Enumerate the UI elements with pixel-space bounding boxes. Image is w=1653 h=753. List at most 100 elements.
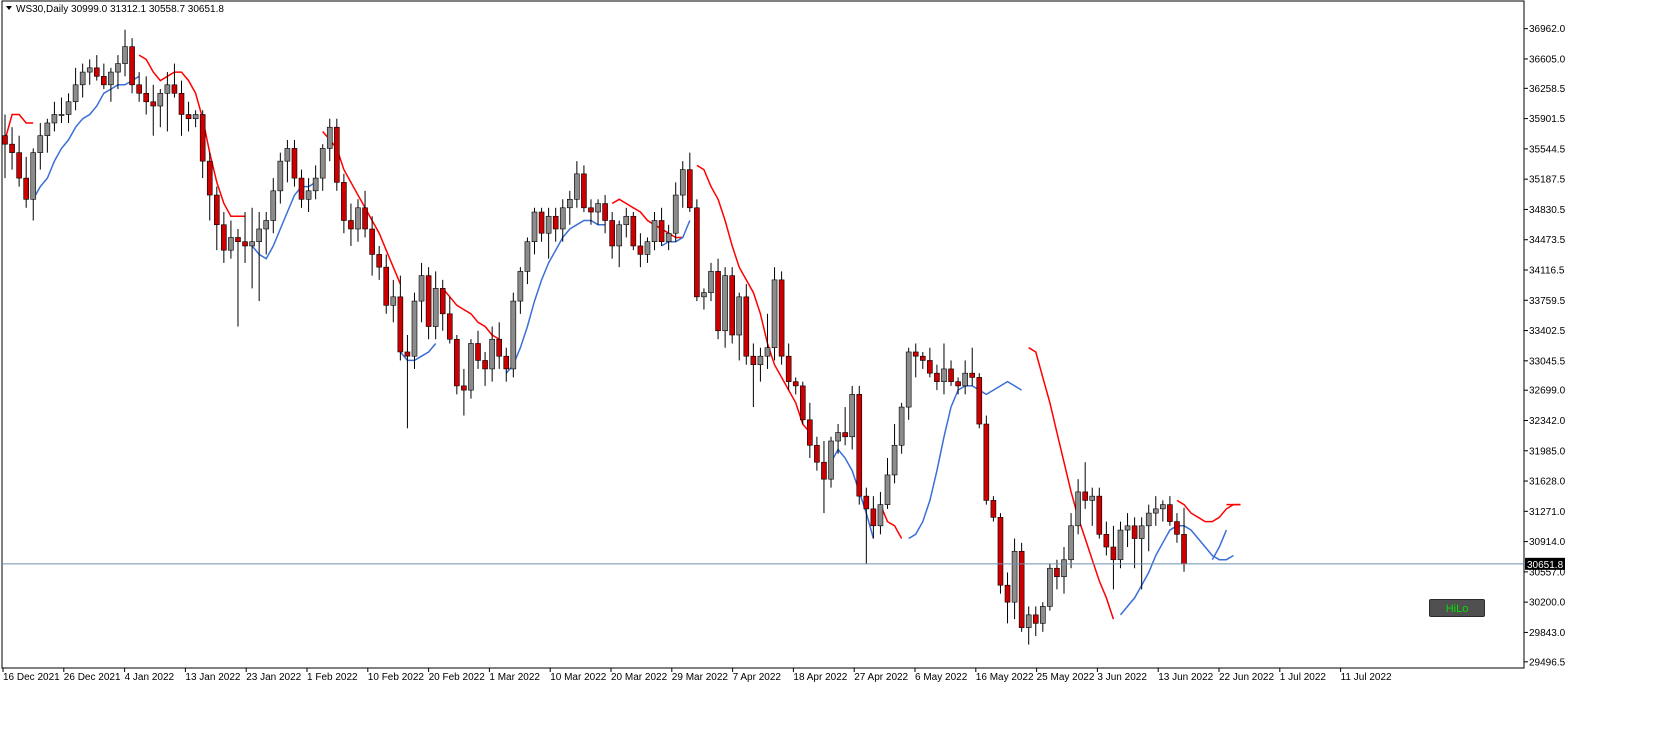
candle-body [1075, 491, 1081, 527]
y-tick-label: 34116.5 [1529, 265, 1565, 276]
candle-body [143, 92, 149, 103]
candle-body [129, 46, 135, 86]
chart-window: 36962.0 36605.0 36258.5 35901.5 35544.5 35187… [0, 0, 1653, 753]
candle-body [785, 355, 792, 382]
candle-body [708, 271, 714, 293]
candle-body [164, 84, 171, 94]
candle-body [192, 114, 199, 120]
candle-body [326, 126, 333, 149]
candle [694, 199, 700, 302]
candle [983, 415, 990, 505]
candle-body [764, 347, 771, 357]
candle-body [284, 148, 291, 162]
candle-body [425, 275, 432, 327]
candle-body [404, 351, 411, 357]
candle-body [1082, 491, 1088, 501]
x-tick-label: 16 May 2022 [976, 672, 1034, 683]
candle-body [72, 84, 79, 103]
candle [1018, 542, 1025, 632]
x-tick-label: 1 Jul 2022 [1280, 672, 1327, 683]
x-tick-label: 1 Feb 2022 [307, 672, 358, 683]
candle-body [1068, 525, 1074, 561]
candle-body [672, 194, 679, 234]
y-tick-label: 34830.5 [1529, 205, 1566, 216]
candle-body [157, 92, 164, 107]
candle-body [927, 360, 933, 374]
candle-body [206, 160, 213, 196]
candle-body [439, 288, 446, 315]
candle-body [411, 300, 418, 357]
candle-body [1181, 534, 1187, 565]
candle-body [1096, 495, 1103, 535]
candle-body [609, 220, 615, 247]
candle-body [101, 76, 107, 86]
candle-body [990, 500, 997, 518]
candle-body [9, 143, 15, 153]
x-tick-label: 10 Feb 2022 [368, 672, 425, 683]
candle-body [432, 288, 439, 327]
candle-body [1018, 550, 1025, 628]
candle-body [510, 300, 517, 370]
candle [129, 38, 135, 94]
candle-body [969, 372, 976, 378]
candle-body [1160, 504, 1166, 510]
candle-body [574, 173, 580, 200]
candle-body [644, 241, 651, 255]
candle-body [150, 101, 157, 107]
candle [856, 385, 863, 505]
candle-body [249, 241, 255, 247]
candle-body [729, 275, 735, 336]
candle-body [221, 224, 227, 251]
x-tick-label: 26 Dec 2021 [64, 672, 121, 683]
y-tick-label: 31271.0 [1529, 507, 1566, 518]
candle-body [446, 313, 453, 340]
candle-body [757, 355, 764, 365]
candle-body [912, 351, 919, 357]
candle-body [277, 160, 284, 192]
candle-body [122, 46, 128, 64]
candle-body [750, 355, 757, 365]
candle [799, 381, 806, 425]
candle-body [228, 237, 234, 251]
candle-body [1110, 546, 1117, 561]
y-tick-label: 31985.0 [1529, 446, 1566, 457]
candle-body [383, 266, 390, 306]
candle-body [235, 237, 241, 243]
candle-body [79, 71, 86, 86]
candle-body [319, 148, 326, 179]
candle-body [877, 504, 884, 527]
y-tick-label: 33402.5 [1529, 326, 1566, 337]
candle-body [348, 220, 354, 230]
y-tick-label: 30200.0 [1529, 598, 1566, 609]
candle-body [1061, 559, 1067, 578]
candle-body [545, 215, 552, 234]
candle-body [884, 474, 891, 505]
candle-body [475, 343, 481, 361]
candle-body [1054, 567, 1060, 578]
y-tick-label: 36258.5 [1529, 84, 1566, 95]
y-tick-label: 35901.5 [1529, 114, 1566, 125]
candle-body [51, 114, 58, 124]
candle-body [1040, 606, 1046, 624]
candle-body [814, 444, 820, 463]
candle-body [701, 292, 707, 298]
x-tick-label: 29 Mar 2022 [672, 672, 729, 683]
candlestick-chart[interactable]: 36962.0 36605.0 36258.5 35901.5 35544.5 35187… [0, 0, 1653, 753]
candle-body [538, 211, 545, 234]
candle-body [665, 232, 672, 243]
candle-body [807, 419, 813, 446]
x-tick-label: 10 Mar 2022 [550, 672, 607, 683]
y-tick-label: 29496.5 [1529, 657, 1566, 668]
symbol-info-label: WS30,Daily 30999.0 31312.1 30558.7 30651… [16, 4, 224, 15]
y-tick-label: 34473.5 [1529, 235, 1566, 246]
candle-body [1103, 534, 1110, 548]
hilo-indicator-button[interactable]: HiLo [1429, 599, 1485, 617]
candle-body [390, 296, 397, 306]
candle-body [799, 385, 806, 421]
candle-body [1152, 508, 1159, 514]
candle-body [919, 355, 926, 361]
candle-body [298, 177, 305, 200]
y-tick-label: 36962.0 [1529, 24, 1566, 35]
y-tick-label: 36605.0 [1529, 54, 1566, 65]
candle-body [694, 207, 700, 298]
